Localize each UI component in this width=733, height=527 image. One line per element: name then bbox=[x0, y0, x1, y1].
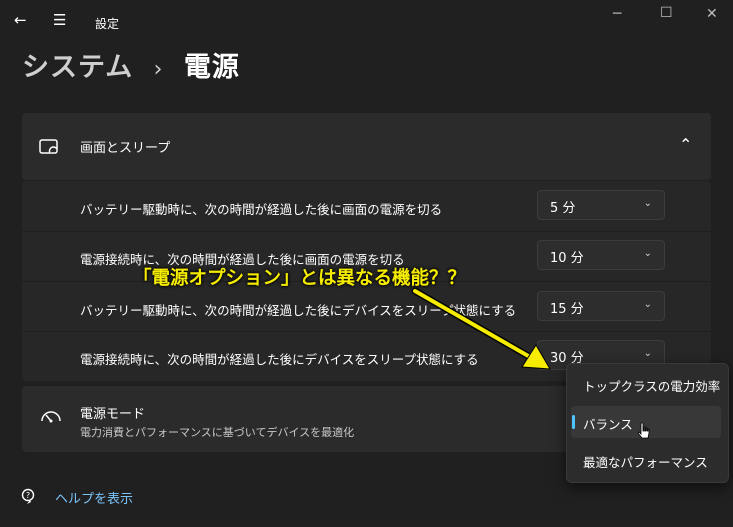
minimize-button[interactable]: ─ bbox=[613, 6, 621, 22]
annotation-arrow-icon bbox=[411, 287, 551, 370]
screen-sleep-header[interactable]: 画面とスリープ ⌃ bbox=[22, 113, 711, 180]
chevron-down-icon: ⌄ bbox=[643, 198, 652, 209]
divider bbox=[22, 331, 711, 332]
chevron-down-icon: ⌄ bbox=[643, 248, 652, 259]
plugged-screen-off-dropdown[interactable]: 10 分 ⌄ bbox=[537, 240, 665, 270]
breadcrumb: システム › 電源 bbox=[22, 45, 240, 84]
dropdown-value: 5 分 bbox=[550, 201, 576, 216]
battery-screen-off-label: バッテリー駆動時に、次の時間が経過した後に画面の電源を切る bbox=[80, 202, 443, 217]
option-best-performance[interactable]: 最適なパフォーマンス bbox=[583, 452, 708, 471]
svg-text:?: ? bbox=[26, 491, 30, 500]
dropdown-value: 10 分 bbox=[550, 251, 584, 266]
help-icon: ? bbox=[21, 488, 35, 504]
monitor-sleep-icon bbox=[39, 139, 58, 154]
screen-sleep-title: 画面とスリープ bbox=[80, 141, 171, 156]
power-mode-title: 電源モード bbox=[80, 407, 146, 422]
option-balanced[interactable]: バランス bbox=[583, 414, 633, 433]
breadcrumb-separator-icon: › bbox=[153, 57, 164, 82]
selection-indicator bbox=[572, 415, 575, 429]
chevron-down-icon: ⌄ bbox=[643, 299, 652, 310]
gauge-icon bbox=[41, 411, 61, 423]
app-title: 設定 bbox=[95, 17, 120, 31]
annotation-text: 「電源オプション」とは異なる機能？？ bbox=[133, 268, 467, 289]
divider bbox=[22, 231, 711, 232]
maximize-button[interactable]: ☐ bbox=[660, 5, 673, 21]
collapse-chevron-icon[interactable]: ⌃ bbox=[679, 135, 692, 154]
option-best-efficiency[interactable]: トップクラスの電力効率 bbox=[583, 376, 720, 395]
chevron-down-icon: ⌄ bbox=[643, 348, 652, 359]
breadcrumb-parent[interactable]: システム bbox=[22, 52, 133, 83]
power-mode-flyout: トップクラスの電力効率 バランス 最適なパフォーマンス bbox=[566, 363, 729, 483]
battery-screen-off-dropdown[interactable]: 5 分 ⌄ bbox=[537, 190, 665, 220]
help-link[interactable]: ヘルプを表示 bbox=[55, 488, 133, 507]
mouse-cursor-icon bbox=[637, 422, 650, 439]
hamburger-menu-icon[interactable]: ☰ bbox=[53, 11, 66, 29]
close-button[interactable]: ✕ bbox=[706, 6, 718, 22]
power-mode-description: 電力消費とパフォーマンスに基づいてデバイスを最適化 bbox=[80, 426, 355, 439]
page-title: 電源 bbox=[183, 52, 240, 83]
back-arrow-icon[interactable]: ← bbox=[14, 11, 27, 29]
